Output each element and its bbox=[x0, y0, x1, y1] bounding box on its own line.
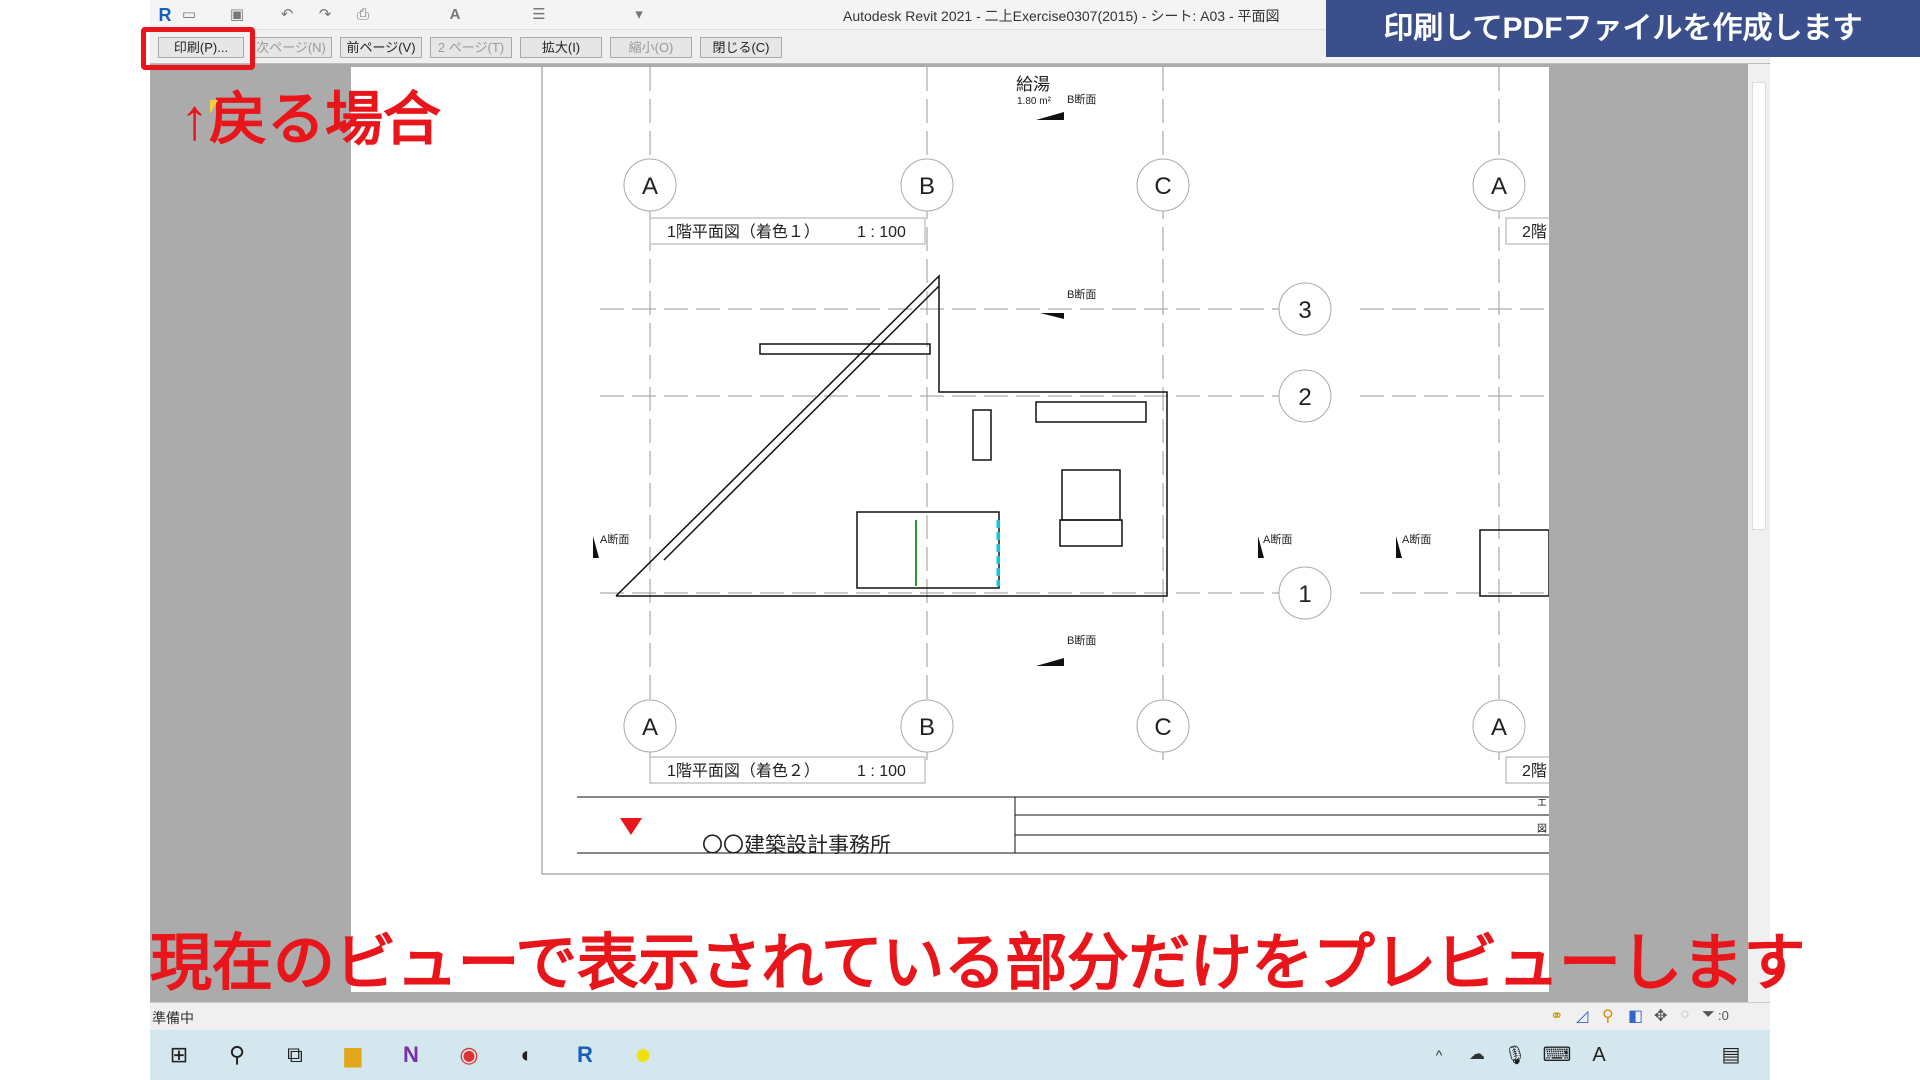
onedrive-icon[interactable]: ☁ bbox=[1460, 1038, 1494, 1072]
microphone-icon[interactable]: 🎙 bbox=[1498, 1038, 1532, 1072]
grid-col-b: B bbox=[919, 714, 935, 741]
grid-col-c: C bbox=[1154, 173, 1171, 200]
chrome-icon[interactable]: ◉ bbox=[452, 1038, 486, 1072]
view1-title: 1階平面図（着色１） bbox=[667, 223, 820, 241]
office-name: 〇〇建築設計事務所 bbox=[702, 834, 891, 857]
windows-start-icon[interactable]: ⊞ bbox=[162, 1038, 196, 1072]
windows-taskbar: ⊞ ⚲ ⧉ ▆ N ◉ ◐ R ● ^ ☁ 🎙 ⌨ A ▤ bbox=[150, 1030, 1770, 1080]
drag-elements-icon[interactable]: ✥ bbox=[1654, 1006, 1667, 1026]
mouse-cursor-icon bbox=[210, 100, 218, 114]
select-face-icon[interactable]: ◧ bbox=[1628, 1006, 1643, 1026]
back-note: ↑戻る場合 bbox=[180, 72, 441, 156]
revit-taskbar-icon[interactable]: R bbox=[568, 1038, 602, 1072]
section-b-label: B断面 bbox=[1067, 287, 1096, 301]
grid-col-a2: A bbox=[1491, 714, 1507, 741]
overlay-banner: 印刷してPDFファイルを作成します bbox=[1326, 0, 1920, 57]
grid-lines bbox=[600, 67, 1549, 760]
grid-col-a: A bbox=[642, 714, 658, 741]
ime-mode-icon[interactable]: A bbox=[1582, 1038, 1616, 1072]
select-pinned-icon[interactable]: ⚲ bbox=[1602, 1006, 1614, 1026]
grid-col-b: B bbox=[919, 173, 935, 200]
section-b-label: B断面 bbox=[1067, 633, 1096, 647]
view2-title: 1階平面図（着色２） bbox=[667, 762, 820, 780]
status-bar: 準備中 ⚭ ◿ ⚲ ◧ ✥ ○ ⏷ :0 bbox=[150, 1002, 1770, 1030]
grid-row-2: 2 bbox=[1298, 384, 1311, 411]
room-area: 1.80 m² bbox=[1017, 96, 1052, 107]
grid-col-a2: A bbox=[1491, 173, 1507, 200]
onenote-icon[interactable]: N bbox=[394, 1038, 428, 1072]
view2-scale: 1 : 100 bbox=[857, 763, 906, 780]
select-links-icon[interactable]: ⚭ bbox=[1550, 1006, 1563, 1026]
titleblock-label: エ bbox=[1537, 798, 1547, 809]
select-underlay-icon[interactable]: ◿ bbox=[1576, 1006, 1588, 1026]
filter-icon[interactable]: ⏷ bbox=[1702, 1006, 1715, 1024]
notifications-icon[interactable]: ▤ bbox=[1714, 1038, 1748, 1072]
grid-col-a: A bbox=[642, 173, 658, 200]
search-icon[interactable]: ⚲ bbox=[220, 1038, 254, 1072]
task-view-icon[interactable]: ⧉ bbox=[278, 1038, 312, 1072]
keyboard-icon[interactable]: ⌨ bbox=[1540, 1038, 1574, 1072]
caption: 現在のビューで表示されている部分だけをプレビューします bbox=[150, 912, 1805, 1002]
view3-title-partial: 2階 bbox=[1522, 762, 1547, 780]
section-b-label: B断面 bbox=[1067, 92, 1096, 106]
view1-scale: 1 : 100 bbox=[857, 224, 906, 241]
room-name: 給湯 bbox=[1016, 75, 1050, 94]
background-process-icon[interactable]: ○ bbox=[1680, 1006, 1690, 1024]
triangle-marker-icon bbox=[620, 818, 642, 835]
section-a-label: A断面 bbox=[1402, 532, 1431, 546]
view3-title-partial: 2階 bbox=[1522, 223, 1547, 241]
grid-row-3: 3 bbox=[1298, 297, 1311, 324]
highlight-box bbox=[141, 27, 255, 70]
scrollbar-thumb[interactable] bbox=[1752, 82, 1766, 530]
section-a-label: A断面 bbox=[600, 532, 629, 546]
titleblock-label: 図 bbox=[1537, 823, 1547, 835]
grid-row-1: 1 bbox=[1298, 581, 1311, 608]
section-a-label: A断面 bbox=[1263, 532, 1292, 546]
building-walls bbox=[616, 276, 1549, 596]
tray-chevron-icon[interactable]: ^ bbox=[1422, 1038, 1456, 1072]
filter-count: :0 bbox=[1718, 1008, 1729, 1023]
grid-col-c: C bbox=[1154, 714, 1171, 741]
file-explorer-icon[interactable]: ▆ bbox=[336, 1038, 370, 1072]
status-text: 準備中 bbox=[152, 1008, 194, 1028]
obs-icon[interactable]: ◐ bbox=[510, 1038, 544, 1072]
yellow-circle-app-icon[interactable]: ● bbox=[626, 1038, 660, 1072]
